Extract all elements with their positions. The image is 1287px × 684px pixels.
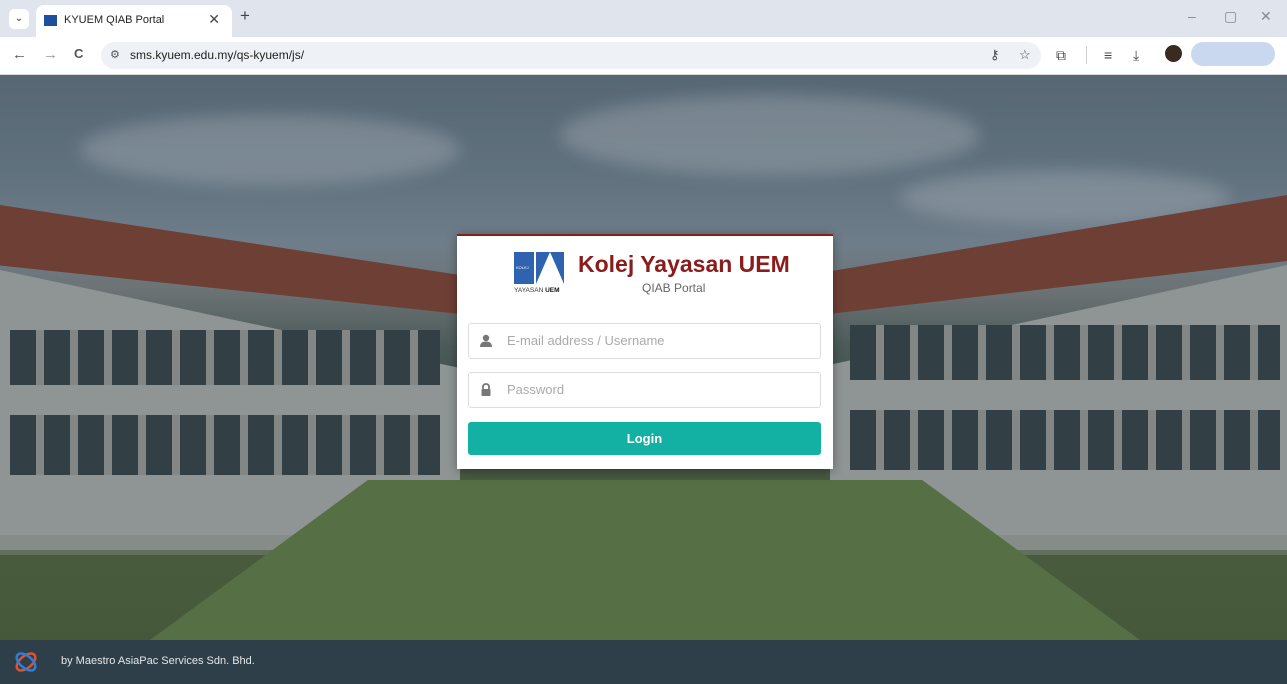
browser-tab[interactable]: KYUEM QIAB Portal ✕ (36, 5, 232, 37)
address-bar[interactable]: ⚙ sms.kyuem.edu.my/qs-kyuem/js/ ⚷ ☆ (101, 42, 1041, 69)
kyuem-logo: KOLEJ YAYASAN UEM (514, 252, 566, 298)
close-window-icon[interactable]: ✕ (1260, 8, 1272, 25)
user-icon (480, 334, 492, 347)
favicon-icon (44, 15, 57, 26)
reading-list-icon[interactable]: ≡ (1104, 47, 1112, 63)
url-text: sms.kyuem.edu.my/qs-kyuem/js/ (130, 48, 305, 62)
maestro-logo-icon (15, 652, 37, 672)
password-key-icon[interactable]: ⚷ (990, 47, 1000, 63)
password-input[interactable] (505, 381, 809, 398)
password-field[interactable] (468, 372, 821, 408)
login-card: KOLEJ YAYASAN UEM Kolej Yayasan UEM QIAB… (457, 234, 833, 469)
tab-title: KYUEM QIAB Portal (64, 14, 165, 26)
extensions-icon[interactable]: ⧉ (1056, 47, 1066, 64)
profile-menu-button[interactable] (1191, 42, 1275, 66)
brand-subtitle: QIAB Portal (642, 281, 706, 295)
footer-credit: by Maestro AsiaPac Services Sdn. Bhd. (61, 655, 255, 667)
tab-close-icon[interactable]: ✕ (208, 11, 220, 28)
back-icon[interactable]: ← (12, 46, 27, 63)
login-button[interactable]: Login (468, 422, 821, 455)
maximize-icon[interactable]: ▢ (1224, 8, 1237, 25)
tab-search-chevron-icon[interactable]: ⌄ (9, 9, 29, 29)
new-tab-button[interactable]: + (240, 6, 250, 26)
download-icon[interactable]: ⤓ (1133, 47, 1139, 64)
brand-title: Kolej Yayasan UEM (578, 251, 790, 277)
reload-icon[interactable]: C (74, 46, 83, 61)
profile-avatar[interactable] (1165, 45, 1182, 62)
lock-icon (481, 383, 491, 396)
forward-icon[interactable]: → (43, 46, 58, 63)
toolbar-divider (1086, 46, 1087, 64)
browser-tab-bar: ⌄ KYUEM QIAB Portal ✕ + – ▢ ✕ (0, 0, 1287, 37)
browser-toolbar: ← → C ⚙ sms.kyuem.edu.my/qs-kyuem/js/ ⚷ … (0, 37, 1287, 75)
bookmark-star-icon[interactable]: ☆ (1019, 47, 1031, 63)
footer: by Maestro AsiaPac Services Sdn. Bhd. (0, 640, 1287, 684)
minimize-icon[interactable]: – (1188, 8, 1196, 24)
site-info-icon[interactable]: ⚙ (110, 48, 120, 61)
username-input[interactable] (505, 332, 809, 349)
username-field[interactable] (468, 323, 821, 359)
